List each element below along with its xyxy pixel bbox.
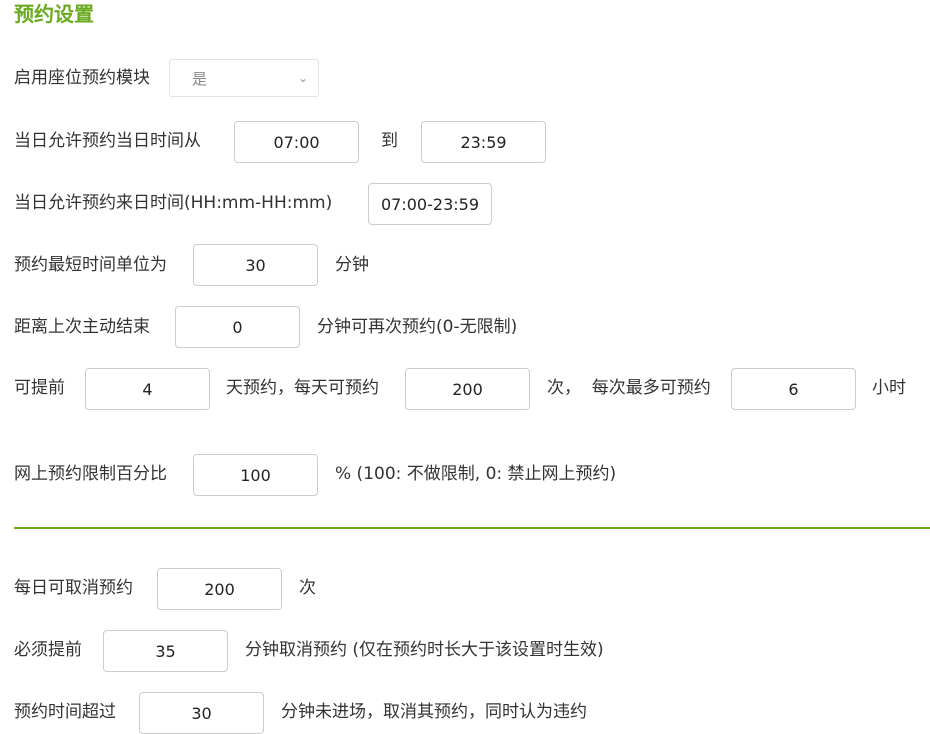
- online-label: 网上预约限制百分比: [14, 464, 167, 484]
- today-label: 当日允许预约当日时间从: [14, 131, 201, 151]
- page-title: 预约设置: [14, 2, 94, 26]
- chevron-down-icon: ⌄: [297, 71, 308, 85]
- online-suffix: % (100: 不做限制, 0: 禁止网上预约): [335, 464, 617, 484]
- advance-label: 可提前: [14, 378, 65, 398]
- section-divider: [14, 527, 930, 529]
- advance-times-suffix: 次， 每次最多可预约: [547, 378, 711, 398]
- advance-days-suffix: 天预约，每天可预约: [226, 378, 379, 398]
- timeout-suffix: 分钟未进场，取消其预约，同时认为违约: [281, 702, 587, 722]
- module-label: 启用座位预约模块: [14, 68, 150, 88]
- cancel-label: 每日可取消预约: [14, 578, 133, 598]
- cancel-suffix: 次: [299, 578, 316, 598]
- min-unit-suffix: 分钟: [335, 255, 369, 275]
- next-day-input[interactable]: [368, 183, 492, 225]
- today-to-label: 到: [381, 131, 398, 151]
- interval-input[interactable]: [175, 306, 300, 348]
- advance-hours-suffix: 小时: [872, 378, 906, 398]
- timeout-label: 预约时间超过: [14, 702, 116, 722]
- cancel-input[interactable]: [157, 568, 282, 610]
- advance-times-input[interactable]: [405, 368, 530, 410]
- today-to-input[interactable]: [421, 121, 546, 163]
- min-unit-input[interactable]: [193, 244, 318, 286]
- next-day-label: 当日允许预约来日时间(HH:mm-HH:mm): [14, 193, 333, 213]
- interval-suffix: 分钟可再次预约(0-无限制): [317, 317, 518, 337]
- module-select[interactable]: 是 ⌄: [169, 59, 319, 97]
- advance-hours-input[interactable]: [731, 368, 856, 410]
- cancel-advance-label: 必须提前: [14, 640, 82, 660]
- interval-label: 距离上次主动结束: [14, 317, 150, 337]
- today-from-input[interactable]: [234, 121, 359, 163]
- advance-days-input[interactable]: [85, 368, 210, 410]
- cancel-advance-suffix: 分钟取消预约 (仅在预约时长大于该设置时生效): [245, 640, 604, 660]
- cancel-advance-input[interactable]: [103, 630, 228, 672]
- module-select-value: 是: [192, 69, 208, 88]
- min-unit-label: 预约最短时间单位为: [14, 255, 167, 275]
- online-input[interactable]: [193, 454, 318, 496]
